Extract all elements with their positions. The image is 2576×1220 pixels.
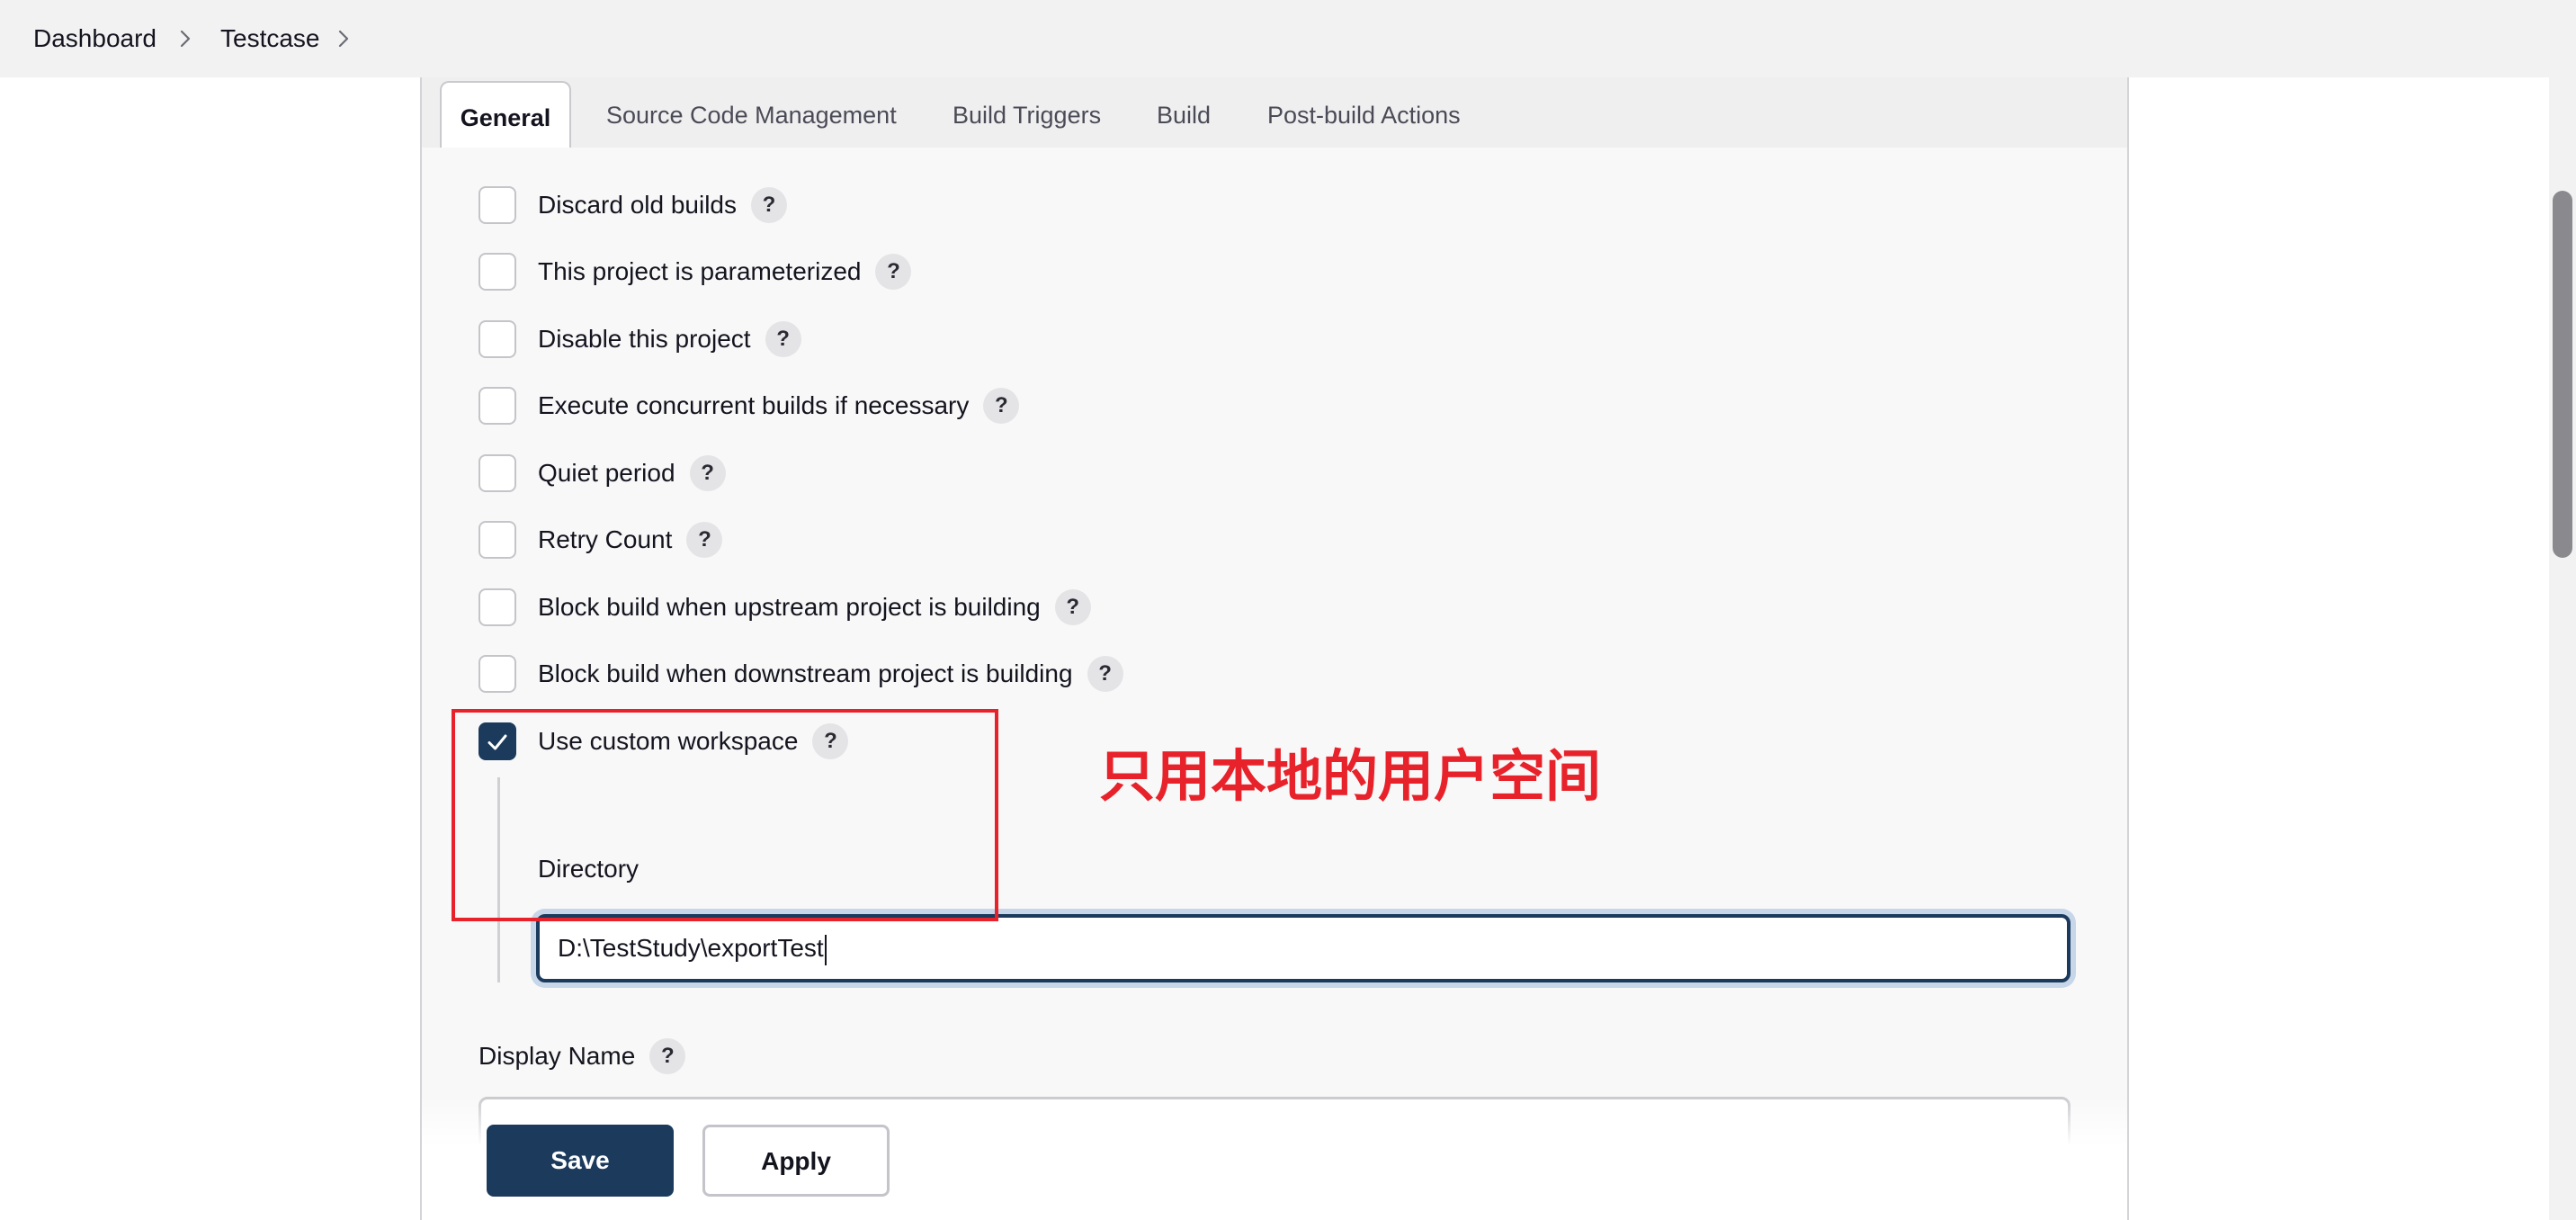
breadcrumb-dashboard[interactable]: Dashboard xyxy=(33,0,157,77)
option-label[interactable]: Discard old builds xyxy=(538,191,737,220)
save-button[interactable]: Save xyxy=(487,1125,674,1197)
option-label[interactable]: Quiet period xyxy=(538,459,675,488)
checkbox[interactable] xyxy=(479,387,516,425)
display-name-label: Display Name xyxy=(479,1042,636,1070)
option-parameterized[interactable]: This project is parameterized ? xyxy=(479,251,912,292)
help-icon[interactable]: ? xyxy=(649,1038,686,1074)
checkbox[interactable] xyxy=(479,186,516,224)
directory-value: D:\TestStudy\exportTest xyxy=(558,934,824,962)
apply-button[interactable]: Apply xyxy=(702,1125,890,1197)
option-concurrent-builds[interactable]: Execute concurrent builds if necessary ? xyxy=(479,385,1020,426)
annotation-highlight-box xyxy=(452,709,998,921)
option-disable-project[interactable]: Disable this project ? xyxy=(479,318,801,360)
text-caret xyxy=(824,934,827,965)
option-block-upstream[interactable]: Block build when upstream project is bui… xyxy=(479,587,1091,628)
display-name-row: Display Name ? xyxy=(479,1036,686,1076)
scrollbar-track[interactable] xyxy=(2549,0,2576,1220)
button-bar xyxy=(422,1096,2127,1220)
breadcrumb-testcase[interactable]: Testcase xyxy=(220,0,320,77)
checkbox[interactable] xyxy=(479,588,516,626)
help-icon[interactable]: ? xyxy=(751,187,787,223)
option-label[interactable]: Disable this project xyxy=(538,325,751,354)
help-icon[interactable]: ? xyxy=(1054,589,1091,625)
help-icon[interactable]: ? xyxy=(1087,656,1123,692)
option-retry-count[interactable]: Retry Count ? xyxy=(479,519,723,561)
tab-source-code-management[interactable]: Source Code Management xyxy=(606,77,897,148)
help-icon[interactable]: ? xyxy=(875,254,912,290)
tab-general[interactable]: General xyxy=(440,81,571,148)
option-label[interactable]: Execute concurrent builds if necessary xyxy=(538,391,969,420)
help-icon[interactable]: ? xyxy=(983,388,1020,424)
breadcrumb: Dashboard Testcase xyxy=(0,0,2549,77)
tab-post-build-actions[interactable]: Post-build Actions xyxy=(1267,77,1461,148)
help-icon[interactable]: ? xyxy=(689,455,726,491)
checkbox[interactable] xyxy=(479,253,516,291)
option-quiet-period[interactable]: Quiet period ? xyxy=(479,453,726,494)
chevron-right-icon[interactable] xyxy=(333,28,354,49)
checkbox[interactable] xyxy=(479,320,516,358)
option-block-downstream[interactable]: Block build when downstream project is b… xyxy=(479,653,1123,695)
option-discard-old-builds[interactable]: Discard old builds ? xyxy=(479,184,787,226)
tab-build-triggers[interactable]: Build Triggers xyxy=(953,77,1101,148)
tab-build[interactable]: Build xyxy=(1157,77,1211,148)
help-icon[interactable]: ? xyxy=(686,522,723,558)
help-icon[interactable]: ? xyxy=(765,321,801,357)
scrollbar-thumb[interactable] xyxy=(2553,191,2572,558)
checkbox[interactable] xyxy=(479,454,516,492)
chevron-right-icon xyxy=(180,30,191,48)
checkbox[interactable] xyxy=(479,521,516,559)
option-label[interactable]: Block build when upstream project is bui… xyxy=(538,593,1041,622)
directory-input[interactable]: D:\TestStudy\exportTest xyxy=(536,914,2071,982)
annotation-text: 只用本地的用户空间 xyxy=(1099,743,1602,809)
config-panel: General Source Code Management Build Tri… xyxy=(420,77,2129,1220)
option-label[interactable]: Retry Count xyxy=(538,525,672,554)
tab-bar: General Source Code Management Build Tri… xyxy=(422,77,2127,148)
option-label[interactable]: This project is parameterized xyxy=(538,257,861,286)
option-label[interactable]: Block build when downstream project is b… xyxy=(538,659,1073,688)
checkbox[interactable] xyxy=(479,655,516,693)
